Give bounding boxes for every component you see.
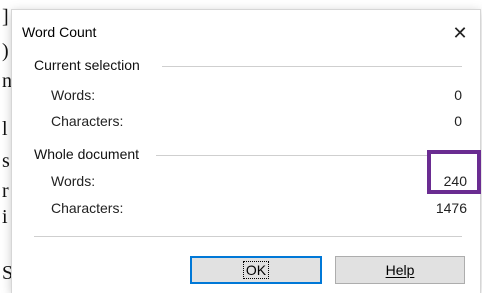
document-characters-value: 1476 (435, 200, 467, 216)
doc-fragment: i (2, 206, 8, 228)
ok-button-label: OK (242, 261, 270, 279)
current-words-label: Words: (51, 87, 96, 103)
document-words-label: Words: (51, 173, 96, 189)
current-characters-value: 0 (454, 113, 462, 129)
help-button[interactable]: Help (335, 256, 465, 284)
close-button[interactable]: ✕ (440, 18, 480, 48)
current-characters-label: Characters: (51, 113, 124, 129)
doc-fragment: ] (2, 6, 9, 28)
whole-document-label: Whole document (34, 146, 146, 162)
ok-button[interactable]: OK (190, 256, 322, 284)
document-characters-label: Characters: (51, 200, 124, 216)
doc-fragment: s (2, 150, 10, 172)
doc-fragment: ) (2, 40, 9, 62)
dialog-title: Word Count (22, 24, 97, 40)
close-icon: ✕ (452, 23, 468, 43)
current-selection-label: Current selection (34, 57, 146, 73)
document-words-value: 240 (443, 173, 467, 189)
word-count-dialog: Word Count ✕ Current selection Words: 0 … (12, 10, 481, 293)
title-bar: Word Count ✕ (12, 10, 480, 48)
doc-fragment: l (2, 118, 8, 140)
whole-document-divider (156, 155, 428, 156)
help-button-label: Help (385, 262, 415, 278)
button-separator (34, 236, 462, 237)
current-selection-divider (162, 66, 462, 67)
current-words-value: 0 (454, 87, 462, 103)
doc-fragment: r (2, 180, 9, 202)
doc-fragment: n (2, 70, 12, 92)
